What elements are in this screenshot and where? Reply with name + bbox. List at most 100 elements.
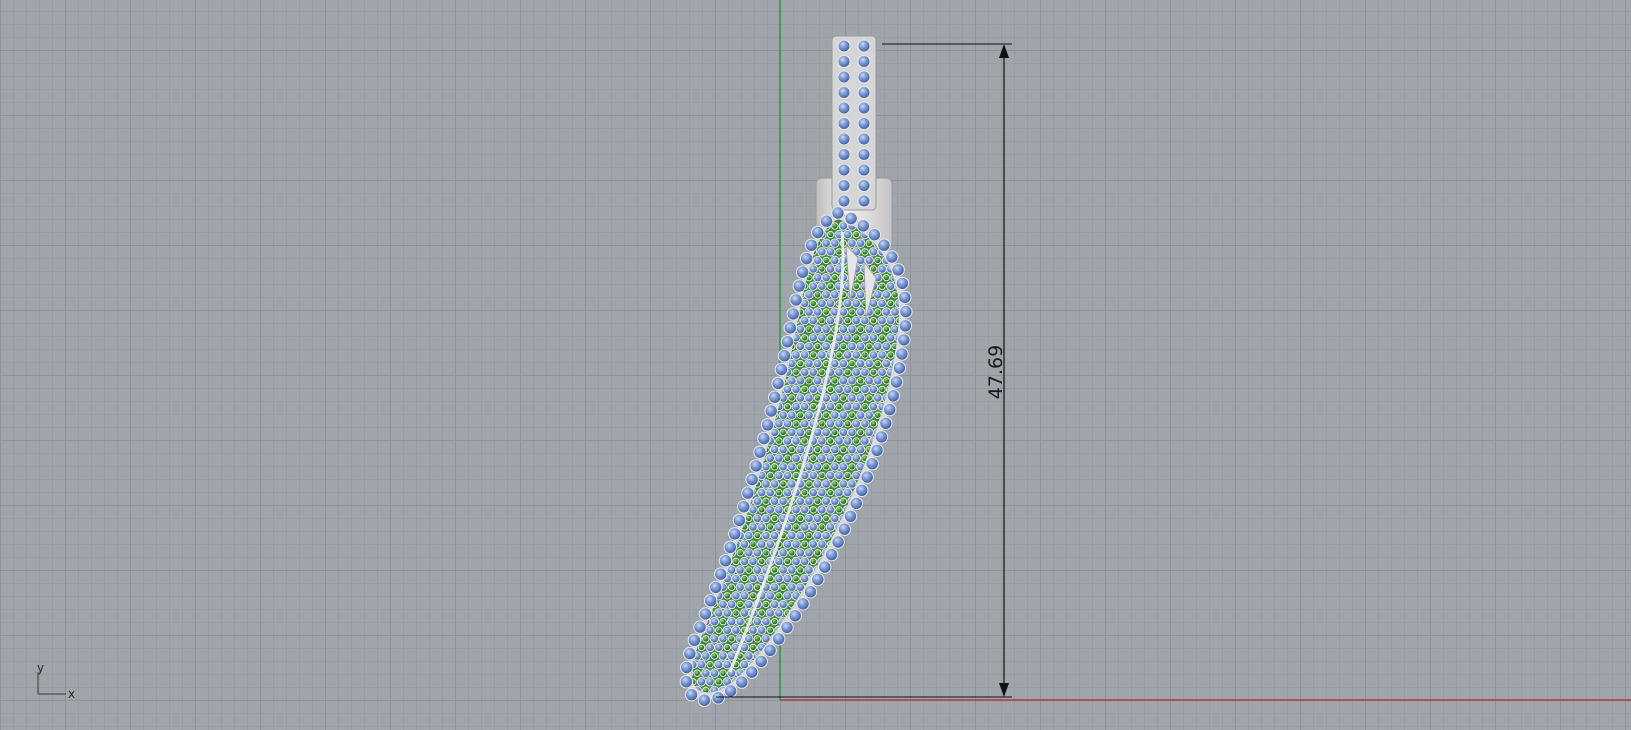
- pave-stone: [696, 470, 707, 481]
- pave-stone: [908, 394, 916, 402]
- pave-stone: [921, 643, 929, 651]
- pave-stone: [774, 677, 784, 687]
- pave-stone: [861, 506, 869, 514]
- pave-stone: [825, 573, 836, 584]
- pave-stone: [826, 334, 835, 342]
- viewport-top[interactable]: 47.69 y x: [0, 0, 1631, 730]
- pave-stone: [855, 444, 866, 455]
- viewport-scene: 47.69 y x: [37, 0, 1631, 707]
- pave-stone: [825, 470, 836, 481]
- pave-stone: [731, 367, 741, 377]
- pave-stone: [898, 599, 899, 610]
- pave-stone: [868, 384, 879, 395]
- pave-stone: [844, 626, 852, 634]
- pave-stone: [825, 625, 836, 635]
- pave-stone: [795, 651, 806, 661]
- rim-stone: [811, 572, 825, 587]
- pave-stone: [691, 600, 693, 609]
- pave-stone: [921, 351, 929, 359]
- pave-stone: [706, 454, 714, 462]
- pave-stone: [913, 507, 919, 513]
- pave-stone: [762, 549, 770, 557]
- pave-stone: [726, 341, 737, 352]
- rim-stone: [883, 402, 897, 417]
- bail-stone: [837, 179, 851, 192]
- pave-stone: [719, 411, 727, 419]
- pave-stone: [757, 264, 767, 274]
- pave-stone: [921, 454, 929, 462]
- pave-stone: [877, 350, 887, 360]
- pave-stone: [739, 247, 750, 257]
- pave-stone: [898, 496, 899, 506]
- pave-stone: [735, 307, 745, 317]
- pave-stone: [821, 479, 831, 489]
- pave-stone: [722, 264, 732, 274]
- pave-stone: [881, 358, 892, 369]
- pave-stone: [693, 256, 701, 265]
- pave-stone: [787, 634, 797, 644]
- pave-stone: [718, 427, 728, 438]
- pave-stone: [740, 368, 749, 376]
- pave-stone: [748, 350, 758, 360]
- pave-stone: [718, 324, 728, 334]
- pave-stone: [735, 565, 745, 575]
- pave-stone: [913, 352, 919, 358]
- pave-stone: [912, 282, 920, 290]
- pave-stone: [758, 402, 766, 411]
- pave-stone: [696, 677, 707, 687]
- pave-stone: [838, 668, 849, 678]
- pave-stone: [838, 616, 849, 627]
- pave-stone: [736, 549, 744, 557]
- pave-stone: [676, 291, 684, 299]
- axis-icon-x-label: x: [68, 687, 75, 701]
- pave-stone: [691, 505, 698, 515]
- pave-stone: [765, 298, 775, 309]
- pave-stone: [739, 384, 750, 395]
- pave-stone: [804, 410, 814, 420]
- pave-stone: [925, 652, 933, 660]
- pave-stone: [912, 420, 920, 428]
- pave-stone: [726, 358, 737, 369]
- pave-stone: [693, 566, 701, 574]
- pave-stone: [680, 523, 688, 531]
- rim-stone: [698, 607, 713, 621]
- pave-stone: [696, 247, 707, 257]
- pave-stone: [676, 239, 684, 247]
- pave-stone: [769, 290, 780, 300]
- pave-stone: [818, 265, 826, 273]
- pave-stone: [697, 385, 706, 394]
- pave-stone: [821, 496, 831, 506]
- pave-stone: [769, 479, 780, 489]
- pave-stone: [757, 539, 767, 549]
- pave-stone: [739, 608, 750, 618]
- pave-stone: [834, 470, 844, 481]
- rim-stone: [886, 389, 900, 403]
- pave-stone: [709, 307, 720, 317]
- pave-stone: [692, 582, 702, 592]
- pave-stone: [701, 668, 711, 678]
- pave-stone: [918, 550, 924, 556]
- pave-stone: [787, 479, 797, 489]
- pave-stone: [905, 541, 911, 547]
- pave-stone: [904, 402, 912, 410]
- pave-stone: [839, 445, 848, 454]
- pave-stone: [844, 316, 852, 325]
- pave-stone: [732, 609, 740, 617]
- pave-stone: [757, 384, 767, 395]
- rim-stone: [796, 597, 810, 611]
- pave-stone: [925, 325, 933, 333]
- pave-stone: [800, 556, 810, 567]
- pave-stone: [881, 668, 892, 678]
- pave-stone: [680, 540, 688, 548]
- pave-stone: [744, 238, 754, 248]
- pave-stone: [908, 549, 916, 557]
- pave-stone: [843, 608, 853, 618]
- rim-stone: [824, 547, 839, 562]
- pave-stone: [817, 539, 827, 549]
- pave-stone: [905, 231, 911, 237]
- rim-stone: [789, 293, 803, 307]
- pave-stone: [766, 471, 774, 480]
- pave-stone: [922, 266, 928, 272]
- pave-stone: [701, 290, 711, 300]
- pave-stone: [861, 609, 869, 617]
